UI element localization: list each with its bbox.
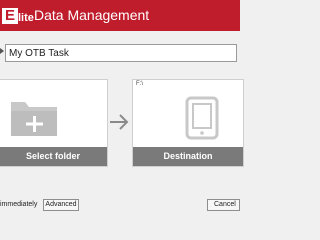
select-folder-tile[interactable]: Select folder <box>0 79 108 167</box>
run-immediately-label: immediately <box>0 201 38 208</box>
window-title: Data Management <box>34 7 150 23</box>
elite-logo: E lite <box>0 6 34 24</box>
logo-letter: E <box>2 8 18 24</box>
caret-right-icon <box>0 48 4 54</box>
destination-path: F:\ <box>136 81 143 87</box>
destination-tile[interactable]: F:\ Destination <box>132 79 244 167</box>
tablet-device-icon <box>185 96 219 140</box>
select-folder-label: Select folder <box>0 147 107 166</box>
app-window: E lite Data Management Select folder F:\… <box>0 0 244 240</box>
advanced-button[interactable]: Advanced <box>43 199 79 211</box>
task-name-input[interactable] <box>5 44 237 62</box>
logo-text: lite <box>18 12 34 24</box>
arrow-right-icon <box>110 114 129 130</box>
destination-label: Destination <box>133 147 243 166</box>
title-bar: E lite Data Management <box>0 0 240 31</box>
cancel-button[interactable]: Cancel <box>207 199 240 211</box>
folder-add-icon <box>11 102 57 136</box>
